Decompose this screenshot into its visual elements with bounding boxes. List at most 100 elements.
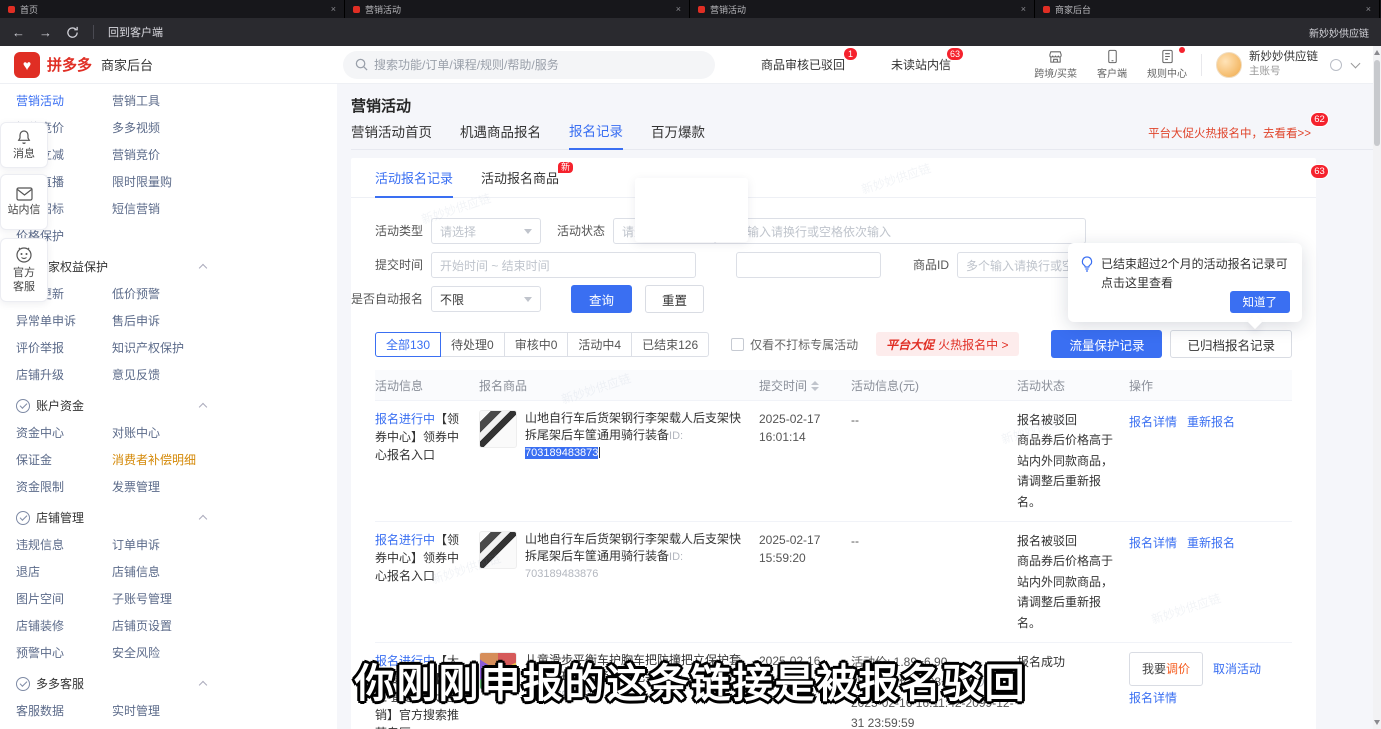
detail-link[interactable]: 报名详情 xyxy=(1129,415,1177,429)
sidebar-item[interactable]: 短信营销 xyxy=(112,200,222,217)
product-thumbnail[interactable] xyxy=(479,531,517,569)
sidebar-item[interactable]: 客服数据 xyxy=(16,702,112,719)
reset-button[interactable]: 重置 xyxy=(645,285,704,313)
browser-tab[interactable]: 商家后台× xyxy=(1035,0,1380,18)
tab-million-hits[interactable]: 百万爆款 xyxy=(651,121,705,149)
chip-ended[interactable]: 已结束126 xyxy=(631,332,709,357)
exclusive-checkbox-label[interactable]: 仅看不打标专属活动 xyxy=(750,336,858,353)
tab-activity-home[interactable]: 营销活动首页 xyxy=(351,121,432,149)
sidebar-item[interactable]: 低价预警 xyxy=(112,285,222,302)
sidebar-item[interactable]: 限时限量购 xyxy=(112,173,222,190)
rule-center-entry[interactable]: 规则中心 xyxy=(1147,49,1187,80)
tab-opportunity-signup[interactable]: 机遇商品报名 xyxy=(460,121,541,149)
sidebar-item[interactable]: 安全风险 xyxy=(112,644,222,661)
sidebar-item[interactable]: 实时管理 xyxy=(112,702,222,719)
extra-filter-input[interactable] xyxy=(736,252,881,278)
traffic-protection-button[interactable]: 流量保护记录 xyxy=(1051,330,1162,358)
pinduoduo-logo-icon[interactable]: ♥ xyxy=(14,52,40,78)
sidebar-item[interactable]: 退店 xyxy=(16,563,112,580)
collapse-icon[interactable] xyxy=(199,681,207,689)
sidebar-item[interactable]: 多多视频 xyxy=(112,119,222,136)
auto-signup-select[interactable]: 不限 xyxy=(431,286,541,312)
activity-id-input[interactable]: 多个输入请换行或空格依次输入 xyxy=(714,218,1086,244)
sidebar-item[interactable]: 营销工具 xyxy=(112,92,222,109)
client-app-entry[interactable]: 客户端 xyxy=(1097,49,1127,80)
product-thumbnail[interactable] xyxy=(479,410,517,448)
sidebar-item[interactable]: 资金限制 xyxy=(16,478,112,495)
avatar[interactable] xyxy=(1216,52,1242,78)
rebook-link[interactable]: 重新报名 xyxy=(1187,415,1235,429)
sidebar-section-shop[interactable]: 店铺管理 xyxy=(16,509,206,526)
official-support-entry[interactable]: 官方客服 xyxy=(0,238,48,302)
reload-icon[interactable] xyxy=(66,26,79,39)
close-icon[interactable]: × xyxy=(1021,4,1026,14)
close-icon[interactable]: × xyxy=(676,4,681,14)
chip-reviewing[interactable]: 审核中0 xyxy=(504,332,569,357)
sidebar-item[interactable]: 售后申诉 xyxy=(112,312,222,329)
crossborder-entry[interactable]: 跨境/买菜 xyxy=(1034,49,1077,80)
sidebar-item[interactable]: 保证金 xyxy=(16,451,112,468)
close-icon[interactable]: × xyxy=(331,4,336,14)
detail-link[interactable]: 报名详情 xyxy=(1129,691,1177,705)
chip-active[interactable]: 活动中4 xyxy=(567,332,632,357)
detail-link[interactable]: 报名详情 xyxy=(1129,536,1177,550)
query-button[interactable]: 查询 xyxy=(571,285,632,313)
sidebar-item[interactable]: 子账号管理 xyxy=(112,590,222,607)
date-range-input[interactable]: 开始时间 ~ 结束时间 xyxy=(431,252,696,278)
sidebar-item[interactable]: 店铺装修 xyxy=(16,617,112,634)
scroll-down-icon[interactable] xyxy=(1374,720,1380,725)
scroll-up-icon[interactable] xyxy=(1374,50,1380,55)
browser-tab[interactable]: 首页× xyxy=(0,0,345,18)
collapse-icon[interactable] xyxy=(199,403,207,411)
adjust-price-button[interactable]: 我要调价 xyxy=(1129,652,1203,686)
got-it-button[interactable]: 知道了 xyxy=(1230,291,1291,313)
chip-all[interactable]: 全部130 xyxy=(375,332,441,357)
sidebar-item[interactable]: 对账中心 xyxy=(112,424,222,441)
sidebar-item[interactable]: 知识产权保护 xyxy=(112,339,222,356)
rebook-link[interactable]: 重新报名 xyxy=(1187,536,1235,550)
cancel-activity-link[interactable]: 取消活动 xyxy=(1213,662,1261,676)
sidebar-item-compensation[interactable]: 消费者补偿明细 xyxy=(112,451,222,468)
sort-icon[interactable] xyxy=(811,381,819,391)
scrollbar-thumb[interactable] xyxy=(1374,60,1380,146)
back-icon[interactable]: ← xyxy=(12,25,25,40)
sidebar-item[interactable]: 意见反馈 xyxy=(112,366,222,383)
sidebar-item[interactable]: 店铺升级 xyxy=(16,366,112,383)
sidebar-section-service[interactable]: 多多客服 xyxy=(16,675,206,692)
chip-pending[interactable]: 待处理0 xyxy=(440,332,505,357)
sidebar-item[interactable]: 图片空间 xyxy=(16,590,112,607)
sidebar-item[interactable]: 评价举报 xyxy=(16,339,112,356)
browser-tab[interactable]: 营销活动× xyxy=(345,0,690,18)
sidebar-section-funds[interactable]: 账户资金 xyxy=(16,397,206,414)
activity-type-select[interactable]: 请选择 xyxy=(431,218,541,244)
sidebar-item-marketing-activity[interactable]: 营销活动 xyxy=(16,92,112,109)
sidebar-item[interactable]: 预警中心 xyxy=(16,644,112,661)
hot-promo-badge[interactable]: 平台大促火热报名中 > xyxy=(876,332,1018,356)
browser-tab[interactable]: 营销活动× xyxy=(690,0,1035,18)
site-mail-entry[interactable]: 站内信 xyxy=(0,174,48,230)
exclusive-checkbox[interactable] xyxy=(731,338,744,351)
archived-records-button[interactable]: 已归档报名记录 xyxy=(1170,330,1292,358)
search-input[interactable]: 搜索功能/订单/课程/规则/帮助/服务 xyxy=(343,51,715,79)
subtab-activity-records[interactable]: 活动报名记录 xyxy=(375,168,453,198)
back-to-client-link[interactable]: 回到客户端 xyxy=(108,24,163,40)
audit-rejected-link[interactable]: 商品审核已驳回1 xyxy=(761,56,845,73)
col-submit-time[interactable]: 提交时间 xyxy=(759,377,851,394)
subtab-activity-products[interactable]: 活动报名商品新 xyxy=(481,168,559,197)
forward-icon[interactable]: → xyxy=(39,25,52,40)
collapse-icon[interactable] xyxy=(199,264,207,272)
close-icon[interactable]: × xyxy=(1366,4,1371,14)
sidebar-item[interactable]: 异常单申诉 xyxy=(16,312,112,329)
logout-icon[interactable] xyxy=(1330,59,1342,71)
product-title[interactable]: 山地自行车后货架钢行李架载人后支架快拆尾架后车筐通用骑行装备 xyxy=(525,532,741,563)
sidebar-item[interactable]: 违规信息 xyxy=(16,536,112,553)
chevron-down-icon[interactable] xyxy=(1351,59,1361,69)
tab-signup-records[interactable]: 报名记录 xyxy=(569,120,623,150)
unread-mail-link[interactable]: 未读站内信63 xyxy=(891,56,951,73)
sidebar-item[interactable]: 店铺页设置 xyxy=(112,617,222,634)
collapse-icon[interactable] xyxy=(199,515,207,523)
product-title[interactable]: 山地自行车后货架钢行李架载人后支架快拆尾架后车筐通用骑行装备 xyxy=(525,411,741,442)
scrollbar[interactable] xyxy=(1373,46,1381,729)
sidebar-item[interactable]: 发票管理 xyxy=(112,478,222,495)
sidebar-item[interactable]: 营销竞价 xyxy=(112,146,222,163)
